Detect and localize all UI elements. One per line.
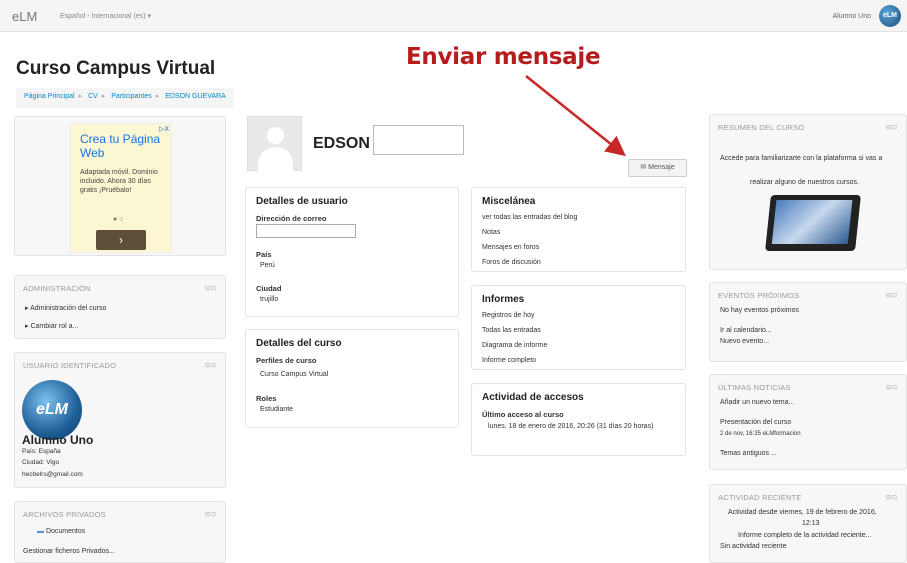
block-controls-icon[interactable]: ⊟⊡ xyxy=(886,292,898,299)
email-field[interactable] xyxy=(256,224,356,238)
new-event-link[interactable]: Nuevo evento... xyxy=(720,338,769,345)
recent-since: Actividad desde viernes, 19 de febrero d… xyxy=(728,509,877,516)
email-label: Dirección de correo xyxy=(256,214,327,223)
course-profiles-label: Perfiles de curso xyxy=(256,356,317,365)
city-value: trujillo xyxy=(260,296,279,303)
news-title: ÚLTIMAS NOTICIAS xyxy=(718,383,791,392)
block-controls-icon[interactable]: ⊟⊡ xyxy=(205,285,217,292)
misc-title: Miscelánea xyxy=(482,196,536,207)
last-access-label: Último acceso al curso xyxy=(482,410,564,419)
recent-none: Sin actividad reciente xyxy=(720,543,787,550)
admin-block-title: ADMINISTRACIÓN xyxy=(23,284,91,293)
go-to-calendar-link[interactable]: Ir al calendario... xyxy=(720,327,772,334)
roles-value: Estudiante xyxy=(260,406,294,413)
ad-block: ▷X Crea tu Página Web Adaptada móvil. Do… xyxy=(14,116,226,256)
misc-link-notes[interactable]: Notas xyxy=(482,229,500,236)
events-block: EVENTOS PRÓXIMOS ⊟⊡ No hay eventos próxi… xyxy=(709,282,907,362)
course-summary-line1: Accede para familiarizarte con la plataf… xyxy=(720,155,883,162)
ad-pagination-dots: ● ○ xyxy=(113,216,124,223)
news-block: ÚLTIMAS NOTICIAS ⊟⊡ Añadir un nuevo tema… xyxy=(709,374,907,470)
recent-time: 12:13 xyxy=(802,520,820,527)
admin-block: ADMINISTRACIÓN ⊟⊡ ▸ Administración del c… xyxy=(14,275,226,339)
recent-activity-block: ACTIVIDAD RECIENTE ⊟⊡ Actividad desde vi… xyxy=(709,484,907,563)
misc-link-forum-posts[interactable]: Mensajes en foros xyxy=(482,244,539,251)
country-label: País xyxy=(256,250,272,259)
profile-name-input[interactable] xyxy=(373,125,464,155)
last-access-value: lunes, 18 de enero de 2016, 20:26 (31 dí… xyxy=(488,423,654,430)
events-none: No hay eventos próximos xyxy=(720,307,799,314)
private-files-block: ARCHIVOS PRIVADOS ⊟⊡ ▬ Documentos Gestio… xyxy=(14,501,226,563)
ad-next-button[interactable]: › xyxy=(96,230,146,250)
block-controls-icon[interactable]: ⊟⊡ xyxy=(886,494,898,501)
report-link-all[interactable]: Todas las entradas xyxy=(482,327,541,334)
roles-label: Roles xyxy=(256,394,277,403)
report-link-diagram[interactable]: Diagrama de informe xyxy=(482,342,547,349)
ad-body: Adaptada móvil. Dominio incluido. Ahora … xyxy=(80,169,158,194)
country-value: Perú xyxy=(260,262,275,269)
course-details-title: Detalles del curso xyxy=(256,338,342,349)
recent-activity-title: ACTIVIDAD RECIENTE xyxy=(718,493,802,502)
identified-user-email[interactable]: hecbelrs@gmail.com xyxy=(22,471,83,478)
course-summary-line2: realizar alguno de nuestros cursos. xyxy=(750,179,859,186)
course-profile-link[interactable]: Curso Campus Virtual xyxy=(260,371,328,378)
misc-link-discussions[interactable]: Foros de discusión xyxy=(482,259,541,266)
identified-user-name[interactable]: Alumno Uno xyxy=(22,433,93,447)
block-controls-icon[interactable]: ⊟⊡ xyxy=(886,124,898,131)
old-topics-link[interactable]: Temas antiguos ... xyxy=(720,450,777,457)
recent-full-report-link[interactable]: Informe completo de la actividad recient… xyxy=(738,532,871,539)
tablet-image xyxy=(765,195,861,251)
identified-user-city: Ciudad: Vigo xyxy=(22,459,60,466)
misc-link-blog[interactable]: ver todas las entradas del blog xyxy=(482,214,577,221)
events-title: EVENTOS PRÓXIMOS xyxy=(718,291,800,300)
add-topic-link[interactable]: Añadir un nuevo tema... xyxy=(720,399,794,406)
news-item-meta: 2 de nov, 16:35 eLMformacion xyxy=(720,431,801,437)
manage-private-files-link[interactable]: Gestionar ficheros Privados... xyxy=(23,548,115,555)
block-controls-icon[interactable]: ⊟⊡ xyxy=(205,511,217,518)
admin-item-role[interactable]: ▸ Cambiar rol a... xyxy=(25,322,78,330)
private-files-title: ARCHIVOS PRIVADOS xyxy=(23,510,106,519)
profile-picture xyxy=(247,116,302,172)
news-item-title[interactable]: Presentación del curso xyxy=(720,419,791,426)
course-details-card: Detalles del curso Perfiles de curso Cur… xyxy=(245,329,459,428)
user-details-title: Detalles de usuario xyxy=(256,196,348,207)
report-link-complete[interactable]: Informe completo xyxy=(482,357,536,364)
admin-item-course[interactable]: ▸ Administración del curso xyxy=(25,304,106,312)
ad-title: Crea tu Página Web xyxy=(80,132,161,160)
user-profile-avatar[interactable]: eLM xyxy=(22,380,82,440)
folder-icon: ▬ xyxy=(37,528,44,535)
send-message-button[interactable]: ✉ Mensaje xyxy=(628,159,687,177)
identified-user-country: País: España xyxy=(22,448,61,455)
profile-name: EDSON xyxy=(313,135,370,152)
city-label: Ciudad xyxy=(256,284,282,293)
block-controls-icon[interactable]: ⊟⊡ xyxy=(205,362,217,369)
access-activity-title: Actividad de accesos xyxy=(482,392,584,403)
user-details-card: Detalles de usuario Dirección de correo … xyxy=(245,187,459,317)
block-controls-icon[interactable]: ⊟⊡ xyxy=(886,384,898,391)
identified-user-title: USUARIO IDENTIFICADO xyxy=(23,361,117,370)
misc-card: Miscelánea ver todas las entradas del bl… xyxy=(471,187,686,272)
documents-folder[interactable]: ▬ Documentos xyxy=(37,528,85,535)
reports-card: Informes Registros de hoy Todas las entr… xyxy=(471,285,686,370)
reports-title: Informes xyxy=(482,294,525,305)
course-summary-title: RESUMEN DEL CURSO xyxy=(718,123,805,132)
report-link-today[interactable]: Registros de hoy xyxy=(482,312,535,319)
access-activity-card: Actividad de accesos Último acceso al cu… xyxy=(471,383,686,456)
ad-banner[interactable]: ▷X Crea tu Página Web Adaptada móvil. Do… xyxy=(70,123,172,253)
